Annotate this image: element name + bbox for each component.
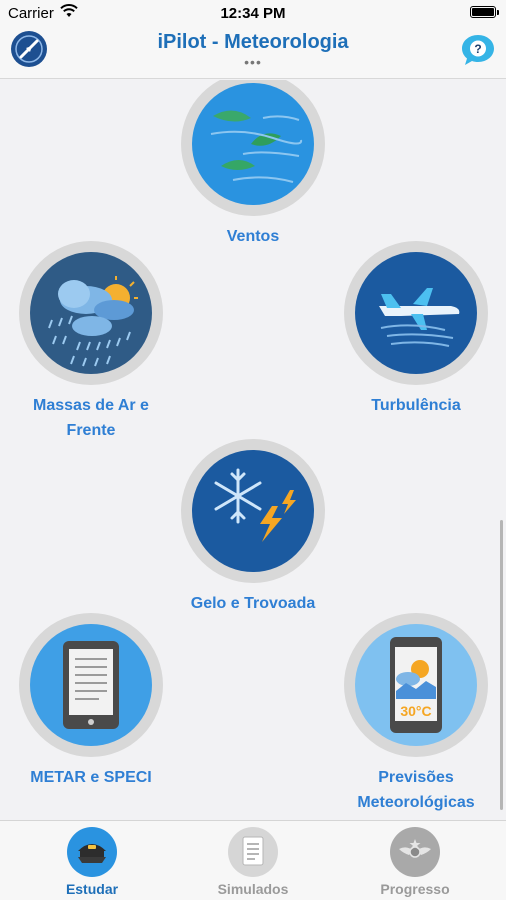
phone-weather-icon: 30°C: [355, 624, 477, 746]
more-dots[interactable]: •••: [0, 54, 506, 70]
page-title: iPilot - Meteorologia: [157, 31, 349, 53]
leaves-wind-icon: [192, 83, 314, 205]
topic-ventos[interactable]: Ventos: [173, 80, 333, 249]
temperature-readout: 30°C: [400, 703, 431, 719]
topic-ring: [181, 439, 325, 583]
topics-list[interactable]: Ventos Massas de Ar e Frente Turbulência…: [0, 80, 506, 820]
tab-label: Simulados: [217, 881, 289, 897]
snowflake-lightning-icon: [192, 450, 314, 572]
tab-bar: Estudar Simulados Progresso: [0, 820, 506, 900]
topic-label: Turbulência: [371, 397, 461, 414]
document-checklist-icon: [228, 827, 278, 877]
nav-bar: iPilot - Meteorologia ••• ?: [0, 26, 506, 79]
topic-ring: [19, 613, 163, 757]
pilot-cap-icon: [67, 827, 117, 877]
help-chat-icon[interactable]: ?: [460, 33, 496, 67]
tab-label: Progresso: [380, 881, 450, 897]
wings-badge-icon: [390, 827, 440, 877]
topic-ring: 30°C: [344, 613, 488, 757]
tab-progresso[interactable]: Progresso: [355, 827, 475, 897]
tab-estudar[interactable]: Estudar: [32, 827, 152, 897]
topic-previsoes[interactable]: 30°C Previsões Meteorológicas: [336, 613, 496, 815]
svg-text:?: ?: [474, 42, 481, 56]
clock: 12:34 PM: [220, 5, 286, 22]
topic-ring: [344, 241, 488, 385]
topic-metar-speci[interactable]: METAR e SPECI: [11, 613, 171, 790]
topic-label: Ventos: [226, 228, 280, 245]
topic-ring: [19, 241, 163, 385]
topic-massas-de-ar[interactable]: Massas de Ar e Frente: [11, 241, 171, 443]
status-bar: Carrier 12:34 PM: [0, 0, 506, 26]
battery-icon: [470, 6, 499, 18]
tab-simulados[interactable]: Simulados: [193, 827, 313, 897]
tab-label: Estudar: [65, 881, 119, 897]
topic-label: METAR e SPECI: [30, 769, 152, 786]
tablet-document-icon: [30, 624, 152, 746]
topic-ring: [181, 80, 325, 216]
topic-gelo-e-trovoada[interactable]: Gelo e Trovoada: [173, 439, 333, 616]
scrollbar[interactable]: [500, 520, 503, 810]
topic-label: Previsões Meteorológicas: [357, 769, 475, 811]
rain-cloud-icon: [30, 252, 152, 374]
topic-turbulencia[interactable]: Turbulência: [336, 241, 496, 418]
topic-label: Gelo e Trovoada: [190, 595, 316, 612]
topic-label: Massas de Ar e Frente: [33, 397, 149, 439]
airplane-turbulence-icon: [355, 252, 477, 374]
